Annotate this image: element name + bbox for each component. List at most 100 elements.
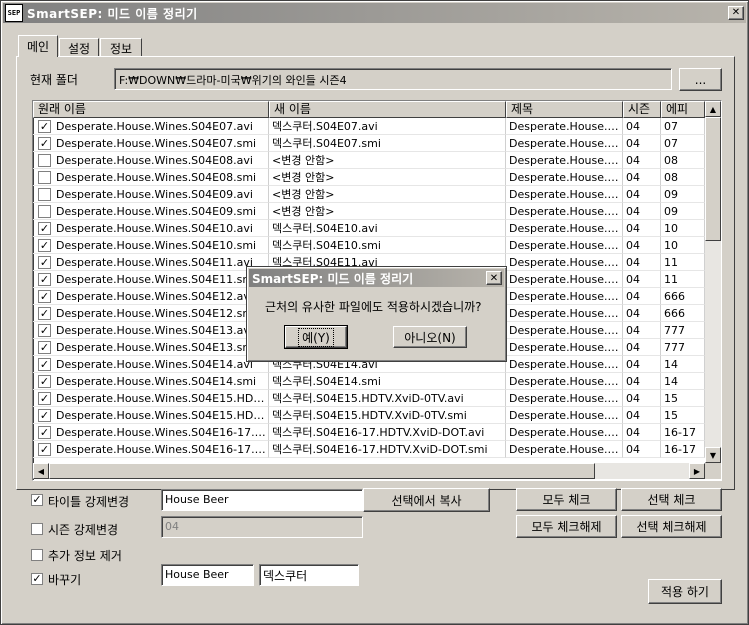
scroll-right-button[interactable]: ▶ bbox=[689, 463, 705, 479]
check-selected-button[interactable]: 선택 체크 bbox=[621, 488, 722, 511]
copy-from-selection-button[interactable]: 선택에서 복사 bbox=[363, 488, 490, 512]
table-row[interactable]: Desperate.House.Wines.S04E09.smi <변경 안함> D… bbox=[33, 203, 713, 220]
tab-main[interactable]: 메인 bbox=[18, 35, 58, 57]
row-checkbox[interactable] bbox=[38, 205, 51, 218]
row-checkbox[interactable]: ✓ bbox=[38, 324, 51, 337]
row-checkbox[interactable]: ✓ bbox=[38, 290, 51, 303]
row-checkbox[interactable]: ✓ bbox=[38, 443, 51, 456]
cell-original: Desperate.House.Wines.S04E16-17.HDTV.Xvi… bbox=[56, 426, 268, 439]
row-checkbox[interactable]: ✓ bbox=[38, 222, 51, 235]
check-icon: ✓ bbox=[39, 239, 50, 252]
table-cell-season: 04 bbox=[623, 254, 661, 271]
row-checkbox[interactable]: ✓ bbox=[38, 239, 51, 252]
column-header-new[interactable]: 새 이름 bbox=[269, 101, 506, 118]
row-checkbox[interactable]: ✓ bbox=[38, 273, 51, 286]
tab-settings[interactable]: 설정 bbox=[59, 38, 99, 57]
table-row[interactable]: ✓ Desperate.House.Wines.S04E10.avi 덱스쿠터.S0… bbox=[33, 220, 713, 237]
row-checkbox[interactable] bbox=[38, 188, 51, 201]
tab-info[interactable]: 정보 bbox=[100, 38, 142, 57]
table-row[interactable]: Desperate.House.Wines.S04E08.smi <변경 안함> D… bbox=[33, 169, 713, 186]
browse-folder-button[interactable]: ... bbox=[679, 68, 722, 91]
row-checkbox[interactable]: ✓ bbox=[38, 137, 51, 150]
row-checkbox[interactable]: ✓ bbox=[38, 307, 51, 320]
table-row[interactable]: Desperate.House.Wines.S04E09.avi <변경 안함> D… bbox=[33, 186, 713, 203]
replace-from-input[interactable]: House Beer bbox=[161, 564, 254, 586]
arrow-left-icon: ◀ bbox=[37, 466, 45, 476]
cell-new: 덱스쿠터.S04E15.HDTV.XviD-0TV.smi bbox=[272, 409, 467, 422]
scroll-up-button[interactable]: ▲ bbox=[705, 101, 721, 117]
row-checkbox[interactable]: ✓ bbox=[38, 358, 51, 371]
uncheck-all-button[interactable]: 모두 체크해제 bbox=[516, 515, 617, 538]
table-row[interactable]: ✓ Desperate.House.Wines.S04E07.smi 덱스쿠터.S0… bbox=[33, 135, 713, 152]
table-cell-new: 덱스쿠터.S04E07.avi bbox=[269, 118, 506, 135]
table-cell-season: 04 bbox=[623, 288, 661, 305]
cell-new: 덱스쿠터.S04E07.smi bbox=[272, 137, 381, 150]
table-cell-original: ✓ Desperate.House.Wines.S04E15.HDTV.XviD-… bbox=[33, 390, 269, 407]
scrollbar-corner bbox=[705, 463, 721, 479]
table-row[interactable]: ✓ Desperate.House.Wines.S04E16-17.HDTV.Xv… bbox=[33, 424, 713, 441]
folder-path-field[interactable]: F:₩DOWN₩드라마-미국₩위기의 와인들 시즌4 bbox=[114, 68, 672, 90]
table-cell-original: Desperate.House.Wines.S04E08.avi bbox=[33, 152, 269, 169]
horizontal-scroll-thumb[interactable] bbox=[49, 463, 595, 479]
title-force-input[interactable]: House Beer bbox=[161, 489, 363, 511]
arrow-right-icon: ▶ bbox=[693, 466, 701, 476]
apply-button[interactable]: 적용 하기 bbox=[648, 579, 722, 604]
replace-checkbox[interactable]: ✓ bbox=[31, 573, 43, 585]
table-row[interactable]: ✓ Desperate.House.Wines.S04E07.avi 덱스쿠터.S0… bbox=[33, 118, 713, 135]
row-checkbox[interactable]: ✓ bbox=[38, 426, 51, 439]
replace-to-input[interactable]: 덱스쿠터 bbox=[259, 564, 359, 586]
table-cell-new: 덱스쿠터.S04E16-17.HDTV.XviD-DOT.smi bbox=[269, 441, 506, 458]
extra-info-remove-checkbox[interactable] bbox=[31, 549, 43, 561]
tab-settings-label: 설정 bbox=[67, 41, 91, 56]
vertical-scrollbar[interactable]: ▲ ▼ bbox=[705, 101, 721, 463]
check-icon: ✓ bbox=[39, 290, 50, 303]
vertical-scroll-thumb[interactable] bbox=[705, 117, 721, 241]
column-header-title[interactable]: 제목 bbox=[506, 101, 623, 118]
column-header-original[interactable]: 원래 이름 bbox=[33, 101, 269, 118]
table-cell-episode: 16-17 bbox=[661, 424, 705, 441]
row-checkbox[interactable]: ✓ bbox=[38, 392, 51, 405]
dialog-no-button[interactable]: 아니오(N) bbox=[393, 326, 467, 348]
cell-season: 04 bbox=[626, 290, 640, 303]
folder-path-text: F:₩DOWN₩드라마-미국₩위기의 와인들 시즌4 bbox=[119, 74, 347, 87]
row-checkbox[interactable]: ✓ bbox=[38, 256, 51, 269]
table-cell-title: Desperate.House.Wines bbox=[506, 373, 623, 390]
uncheck-selected-button[interactable]: 선택 체크해제 bbox=[621, 515, 722, 538]
table-row[interactable]: ✓ Desperate.House.Wines.S04E16-17.HDTV.Xv… bbox=[33, 441, 713, 458]
season-force-input[interactable]: 04 bbox=[161, 516, 363, 538]
cell-original: Desperate.House.Wines.S04E12.smi bbox=[56, 307, 257, 320]
horizontal-scrollbar[interactable]: ◀ ▶ bbox=[33, 463, 705, 479]
dialog-close-button[interactable]: ✕ bbox=[486, 271, 502, 285]
table-row[interactable]: ✓ Desperate.House.Wines.S04E10.smi 덱스쿠터.S0… bbox=[33, 237, 713, 254]
season-force-checkbox[interactable] bbox=[31, 523, 43, 535]
table-row[interactable]: ✓ Desperate.House.Wines.S04E15.HDTV.XviD-… bbox=[33, 407, 713, 424]
title-force-checkbox[interactable]: ✓ bbox=[31, 494, 43, 506]
cell-original: Desperate.House.Wines.S04E11.smi bbox=[56, 273, 257, 286]
table-row[interactable]: ✓ Desperate.House.Wines.S04E14.smi 덱스쿠터.S0… bbox=[33, 373, 713, 390]
check-icon: ✓ bbox=[39, 443, 50, 456]
dialog-yes-button[interactable]: 예(Y) bbox=[284, 325, 348, 349]
window-close-button[interactable]: ✕ bbox=[728, 6, 744, 20]
cell-new: 덱스쿠터.S04E16-17.HDTV.XviD-DOT.smi bbox=[272, 443, 488, 456]
cell-title: Desperate.House.Wines bbox=[509, 358, 622, 371]
title-force-value: House Beer bbox=[165, 493, 229, 506]
table-cell-original: ✓ Desperate.House.Wines.S04E11.smi bbox=[33, 271, 269, 288]
table-row[interactable]: ✓ Desperate.House.Wines.S04E15.HDTV.XviD-… bbox=[33, 390, 713, 407]
row-checkbox[interactable] bbox=[38, 171, 51, 184]
row-checkbox[interactable]: ✓ bbox=[38, 120, 51, 133]
row-checkbox[interactable]: ✓ bbox=[38, 409, 51, 422]
season-force-label: 시즌 강제변경 bbox=[48, 523, 119, 537]
table-cell-original: ✓ Desperate.House.Wines.S04E16-17.HDTV.Xv… bbox=[33, 424, 269, 441]
column-header-season[interactable]: 시즌 bbox=[623, 101, 661, 118]
check-icon: ✓ bbox=[39, 307, 50, 320]
scroll-left-button[interactable]: ◀ bbox=[33, 463, 49, 479]
table-row[interactable]: Desperate.House.Wines.S04E08.avi <변경 안함> D… bbox=[33, 152, 713, 169]
check-all-button[interactable]: 모두 체크 bbox=[516, 488, 617, 511]
scroll-down-button[interactable]: ▼ bbox=[705, 447, 721, 463]
table-cell-title: Desperate.House.Wines bbox=[506, 441, 623, 458]
row-checkbox[interactable]: ✓ bbox=[38, 375, 51, 388]
row-checkbox[interactable] bbox=[38, 154, 51, 167]
column-header-episode[interactable]: 에피 bbox=[661, 101, 705, 118]
row-checkbox[interactable]: ✓ bbox=[38, 341, 51, 354]
cell-title: Desperate.House.Wines bbox=[509, 222, 622, 235]
